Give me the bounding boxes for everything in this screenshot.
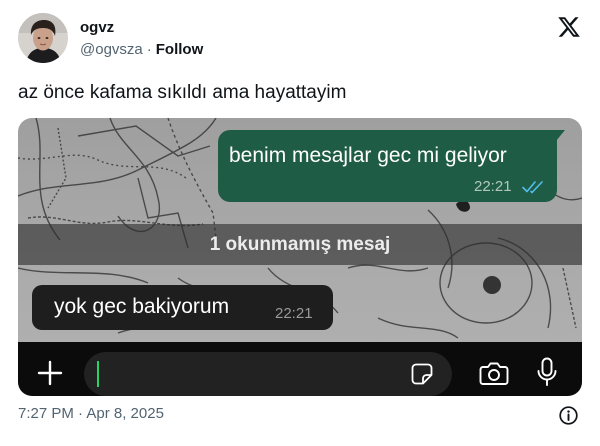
avatar[interactable] [18,13,68,63]
x-logo-icon[interactable] [557,15,581,39]
outgoing-message-time: 22:21 [474,178,512,195]
tweet-timestamp[interactable]: 7:27 PM · Apr 8, 2025 [18,405,164,423]
incoming-message-text: yok gec bakiyorum [54,295,230,318]
author-handle[interactable]: @ogvsza [80,41,143,58]
author-handle-line: @ogvsza · Follow [80,41,203,59]
plus-icon[interactable] [37,360,63,386]
camera-icon[interactable] [479,361,509,386]
tweet-text: az önce kafama sıkıldı ama hayattayim [18,82,347,103]
mic-icon[interactable] [536,357,558,387]
sticker-icon[interactable] [410,362,434,386]
message-composer-bar [18,342,582,396]
text-cursor [97,361,99,387]
double-check-read-icon [522,180,545,194]
follow-link[interactable]: Follow [156,41,204,58]
handle-separator: · [146,41,152,58]
outgoing-message-bubble[interactable]: benim mesajlar gec mi geliyor 22:21 [218,130,565,202]
author-display-name[interactable]: ogvz [80,19,114,37]
info-icon[interactable] [559,406,578,425]
incoming-message-time: 22:21 [275,305,313,322]
tweet-media-image[interactable]: benim mesajlar gec mi geliyor 22:21 1 ok… [18,118,582,396]
message-input[interactable] [84,352,452,396]
incoming-message-bubble[interactable]: yok gec bakiyorum 22:21 [32,285,333,330]
outgoing-message-text: benim mesajlar gec mi geliyor [229,144,507,167]
bubble-tail [556,130,565,141]
unread-messages-divider: 1 okunmamış mesaj [18,224,582,265]
